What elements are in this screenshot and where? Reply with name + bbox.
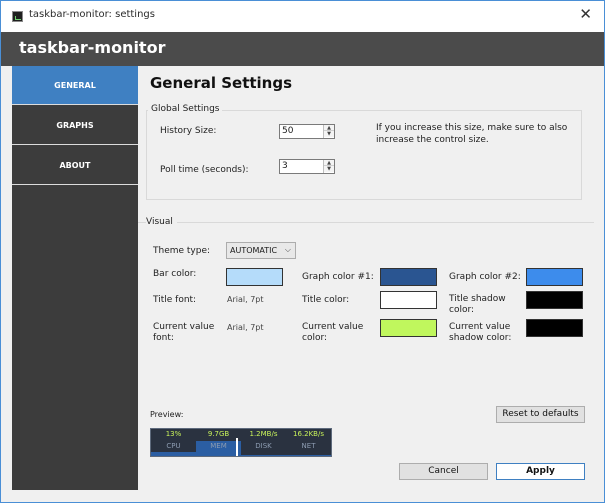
cancel-button[interactable]: Cancel	[399, 463, 488, 480]
global-settings-legend: Global Settings	[148, 104, 223, 114]
sidebar: GENERAL GRAPHS ABOUT	[12, 66, 138, 490]
app-name: taskbar-monitor	[19, 38, 166, 57]
settings-window: taskbar-monitor: settings ✕ taskbar-moni…	[0, 0, 605, 503]
chevron-down-icon: ⌵	[284, 245, 291, 254]
preview-net-name: NET	[301, 442, 316, 450]
window-title: taskbar-monitor: settings	[29, 9, 155, 20]
poll-time-label: Poll time (seconds):	[160, 165, 249, 175]
apply-button[interactable]: Apply	[496, 463, 585, 480]
theme-type-select[interactable]: AUTOMATIC ⌵	[226, 242, 296, 259]
preview-disk-level-bar	[241, 455, 286, 456]
preview-net-level-bar	[286, 455, 331, 456]
app-monitor-icon	[12, 11, 23, 22]
current-value-shadow-color-swatch[interactable]	[526, 319, 583, 337]
current-value-font-value[interactable]: Arial, 7pt	[227, 323, 264, 332]
current-value-color-swatch[interactable]	[380, 319, 437, 337]
preview-cell-mem: 9.7GB MEM	[196, 429, 241, 456]
graph-color-1-swatch[interactable]	[380, 268, 437, 286]
history-size-stepper[interactable]: 50 ▲ ▼	[279, 124, 335, 139]
history-size-hint: If you increase this size, make sure to …	[376, 123, 568, 145]
preview-cell-disk: 1.2MB/s DISK	[241, 429, 286, 456]
poll-time-stepper[interactable]: 3 ▲ ▼	[279, 159, 335, 174]
graph-color-1-label: Graph color #1:	[302, 272, 374, 282]
preview-mem-name: MEM	[210, 442, 227, 450]
graph-color-2-label: Graph color #2:	[449, 272, 521, 282]
close-icon[interactable]: ✕	[579, 7, 592, 22]
settings-content: General Settings Global Settings History…	[138, 66, 604, 502]
preview-mem-spike	[236, 438, 238, 456]
title-bar: taskbar-monitor: settings ✕	[1, 1, 604, 32]
sidebar-item-about[interactable]: ABOUT	[12, 146, 138, 185]
preview-cpu-value: 13%	[165, 430, 182, 438]
reset-to-defaults-button[interactable]: Reset to defaults	[496, 406, 585, 423]
title-font-label: Title font:	[153, 295, 197, 305]
preview-net-value: 16.2KB/s	[293, 430, 324, 438]
taskbar-preview: 13% CPU 9.7GB MEM 1.2MB/s DISK 16.2KB/s …	[150, 428, 332, 457]
preview-label: Preview:	[150, 410, 184, 419]
history-size-label: History Size:	[160, 126, 217, 136]
current-value-font-label: Current value font:	[153, 322, 215, 343]
history-size-decrement-icon[interactable]: ▼	[324, 131, 334, 137]
poll-time-value: 3	[282, 161, 288, 171]
title-color-label: Title color:	[302, 295, 350, 305]
graph-color-2-swatch[interactable]	[526, 268, 583, 286]
title-font-value[interactable]: Arial, 7pt	[227, 295, 264, 304]
bar-color-label: Bar color:	[153, 269, 197, 279]
preview-disk-value: 1.2MB/s	[249, 430, 278, 438]
preview-cpu-name: CPU	[166, 442, 181, 450]
app-header: taskbar-monitor	[1, 32, 604, 66]
visual-divider	[138, 222, 594, 223]
page-title: General Settings	[150, 74, 293, 92]
visual-section-label: Visual	[146, 217, 177, 227]
current-value-shadow-color-label: Current value shadow color:	[449, 322, 512, 343]
sidebar-item-graphs[interactable]: GRAPHS	[12, 106, 138, 145]
preview-cell-net: 16.2KB/s NET	[286, 429, 331, 456]
history-size-value: 50	[282, 126, 294, 136]
preview-mem-value: 9.7GB	[207, 430, 230, 438]
preview-cell-cpu: 13% CPU	[151, 429, 196, 456]
title-shadow-color-label: Title shadow color:	[449, 294, 506, 315]
poll-time-decrement-icon[interactable]: ▼	[324, 166, 334, 172]
bar-color-swatch[interactable]	[226, 268, 283, 286]
current-value-color-label: Current value color:	[302, 322, 364, 343]
title-shadow-color-swatch[interactable]	[526, 291, 583, 309]
theme-type-label: Theme type:	[153, 246, 211, 256]
preview-disk-name: DISK	[255, 442, 272, 450]
preview-cpu-level-bar	[151, 452, 196, 456]
sidebar-item-general[interactable]: GENERAL	[12, 66, 138, 105]
theme-type-value: AUTOMATIC	[230, 246, 278, 255]
title-color-swatch[interactable]	[380, 291, 437, 309]
